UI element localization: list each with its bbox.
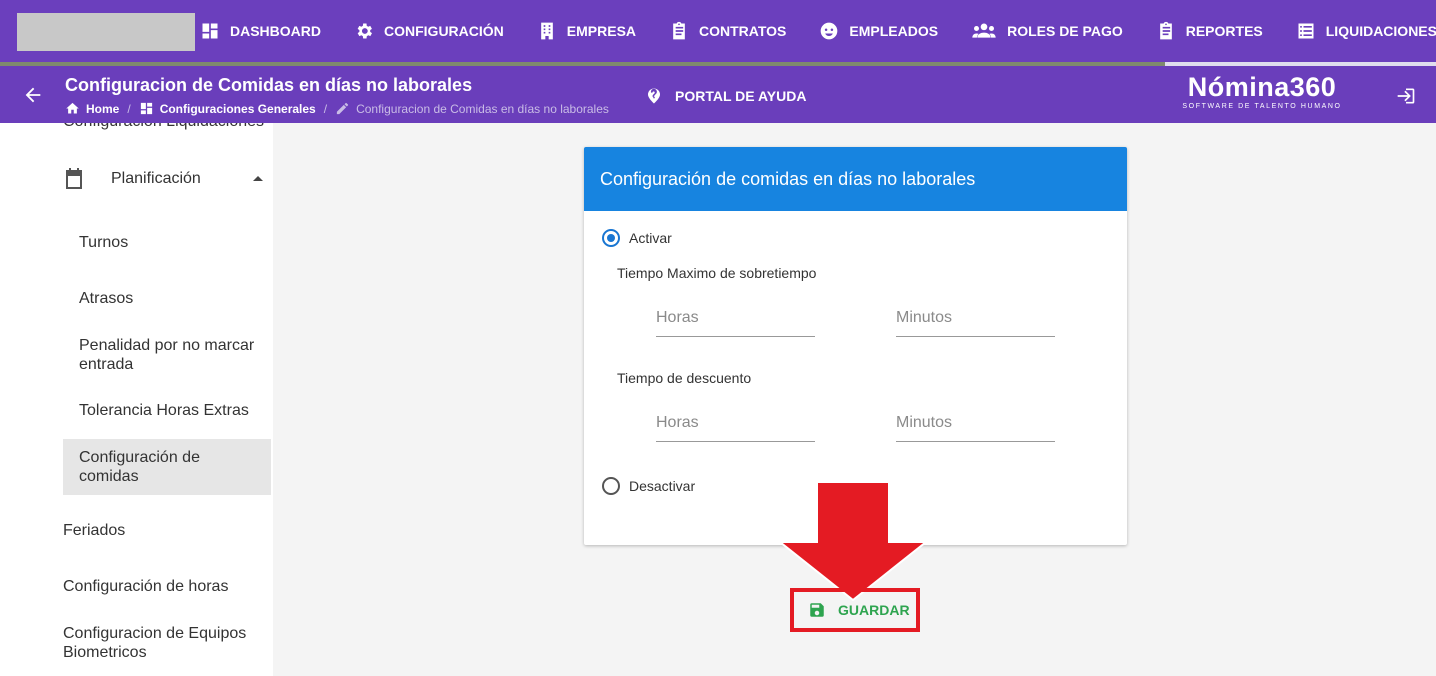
help-portal-label: PORTAL DE AYUDA [675, 88, 807, 104]
list-icon [1298, 23, 1314, 39]
page-header: Configuracion de Comidas en días no labo… [0, 66, 1436, 123]
radio-activar-label: Activar [629, 230, 672, 246]
group-icon [972, 23, 996, 38]
company-logo [17, 13, 195, 51]
sidebar-item-feriados[interactable]: Feriados [63, 521, 263, 540]
back-arrow-icon[interactable] [22, 84, 44, 106]
help-portal-link[interactable]: PORTAL DE AYUDA [645, 87, 806, 105]
breadcrumb-section[interactable]: Configuraciones Generales [139, 101, 316, 116]
radio-desactivar[interactable]: Desactivar [602, 477, 695, 495]
sobretiempo-label: Tiempo Maximo de sobretiempo [617, 265, 817, 281]
sobretiempo-horas-field[interactable] [656, 303, 815, 337]
sidebar-item-penalidad[interactable]: Penalidad por no marcar entrada [63, 336, 271, 374]
nav-configuracion[interactable]: CONFIGURACIÓN [354, 0, 504, 62]
breadcrumb-separator: / [323, 101, 328, 116]
sidebar-item-configuracion-liquidaciones[interactable]: Configuración Liquidaciones [63, 123, 264, 131]
sobretiempo-horas-input[interactable] [656, 303, 815, 333]
dashboard-icon [140, 102, 152, 115]
sidebar-item-configuracion-comidas[interactable]: Configuración de comidas [63, 439, 271, 495]
breadcrumb-home[interactable]: Home [65, 101, 119, 116]
nav-dashboard[interactable]: DASHBOARD [200, 0, 321, 62]
breadcrumb-current-label: Configuracion de Comidas en días no labo… [356, 101, 609, 116]
gear-icon [357, 23, 372, 39]
sidebar-item-configuracion-horas[interactable]: Configuración de horas [63, 577, 263, 596]
descuento-minutos-input[interactable] [896, 408, 1055, 438]
radio-activar-control[interactable] [602, 229, 620, 247]
pencil-icon [336, 102, 349, 115]
nav-empleados[interactable]: EMPLEADOS [819, 0, 938, 62]
breadcrumb-current: Configuracion de Comidas en días no labo… [335, 101, 609, 116]
radio-activar[interactable]: Activar [602, 229, 672, 247]
radio-desactivar-label: Desactivar [629, 478, 696, 494]
sobretiempo-minutos-input[interactable] [896, 303, 1055, 333]
nav-reportes-label: REPORTES [1185, 23, 1263, 39]
descuento-minutos-field[interactable] [896, 408, 1055, 442]
sobretiempo-minutos-field[interactable] [896, 303, 1055, 337]
logout-icon[interactable] [1396, 86, 1416, 106]
nav-configuracion-label: CONFIGURACIÓN [384, 23, 504, 39]
sidebar-group-planificacion[interactable]: Planificación [0, 157, 273, 201]
descuento-label: Tiempo de descuento [617, 370, 752, 386]
calendar-icon [66, 168, 82, 189]
caret-up-icon [253, 176, 263, 181]
nav-contratos-label: CONTRATOS [699, 23, 787, 39]
card-header: Configuración de comidas en días no labo… [584, 147, 1127, 211]
sidebar-item-turnos[interactable]: Turnos [63, 233, 271, 252]
nav-contratos[interactable]: CONTRATOS [669, 0, 786, 62]
nav-empresa-label: EMPRESA [566, 23, 637, 39]
building-icon [540, 22, 553, 40]
sidebar: Configuración Liquidaciones Planificació… [0, 123, 273, 676]
red-arrow-annotation [778, 482, 928, 602]
nav-roles-label: ROLES DE PAGO [1007, 23, 1123, 39]
help-icon [648, 88, 660, 104]
brand-name: Nómina360 [1187, 72, 1337, 102]
nav-empleados-label: EMPLEADOS [849, 23, 939, 39]
nav-reportes[interactable]: REPORTES [1156, 0, 1263, 62]
face-icon [821, 22, 838, 40]
descuento-horas-input[interactable] [656, 408, 815, 438]
sidebar-group-label: Planificación [111, 170, 201, 187]
floppy-disk-icon [810, 603, 824, 617]
brand-tagline: SOFTWARE DE TALENTO HUMANO [1182, 103, 1342, 110]
sidebar-item-equipos-biometricos[interactable]: Configuracion de Equipos Biometricos [63, 624, 258, 662]
page-title: Configuracion de Comidas en días no labo… [65, 75, 473, 95]
descuento-horas-field[interactable] [656, 408, 815, 442]
clipboard-icon [673, 21, 685, 40]
nav-empresa[interactable]: EMPRESA [537, 0, 636, 62]
nav-liquidaciones[interactable]: LIQUIDACIONES [1296, 0, 1436, 62]
breadcrumb-separator: / [127, 101, 131, 116]
card-title: Configuración de comidas en días no labo… [600, 169, 976, 189]
radio-desactivar-control[interactable] [602, 477, 620, 495]
sidebar-item-atrasos[interactable]: Atrasos [63, 289, 271, 308]
nav-liquidaciones-label: LIQUIDACIONES [1325, 23, 1436, 39]
breadcrumb-section-label: Configuraciones Generales [159, 101, 316, 116]
breadcrumb: Home / Configuraciones Generales / Confi… [65, 101, 609, 116]
home-icon [66, 102, 79, 114]
save-button-label: GUARDAR [838, 602, 910, 618]
breadcrumb-home-label: Home [86, 101, 120, 116]
nav-roles-de-pago[interactable]: ROLES DE PAGO [971, 0, 1123, 62]
brand-logo: Nómina360 SOFTWARE DE TALENTO HUMANO [1172, 72, 1352, 112]
sidebar-item-tolerancia[interactable]: Tolerancia Horas Extras [63, 401, 271, 420]
save-button[interactable]: GUARDAR [796, 594, 922, 626]
clipboard-icon [1159, 21, 1172, 40]
nav-dashboard-label: DASHBOARD [230, 23, 321, 39]
dashboard-icon [202, 23, 218, 39]
top-navigation: DASHBOARD CONFIGURACIÓN EMPRESA CONTRATO… [0, 0, 1436, 62]
nav-items: DASHBOARD CONFIGURACIÓN EMPRESA CONTRATO… [200, 0, 1436, 62]
